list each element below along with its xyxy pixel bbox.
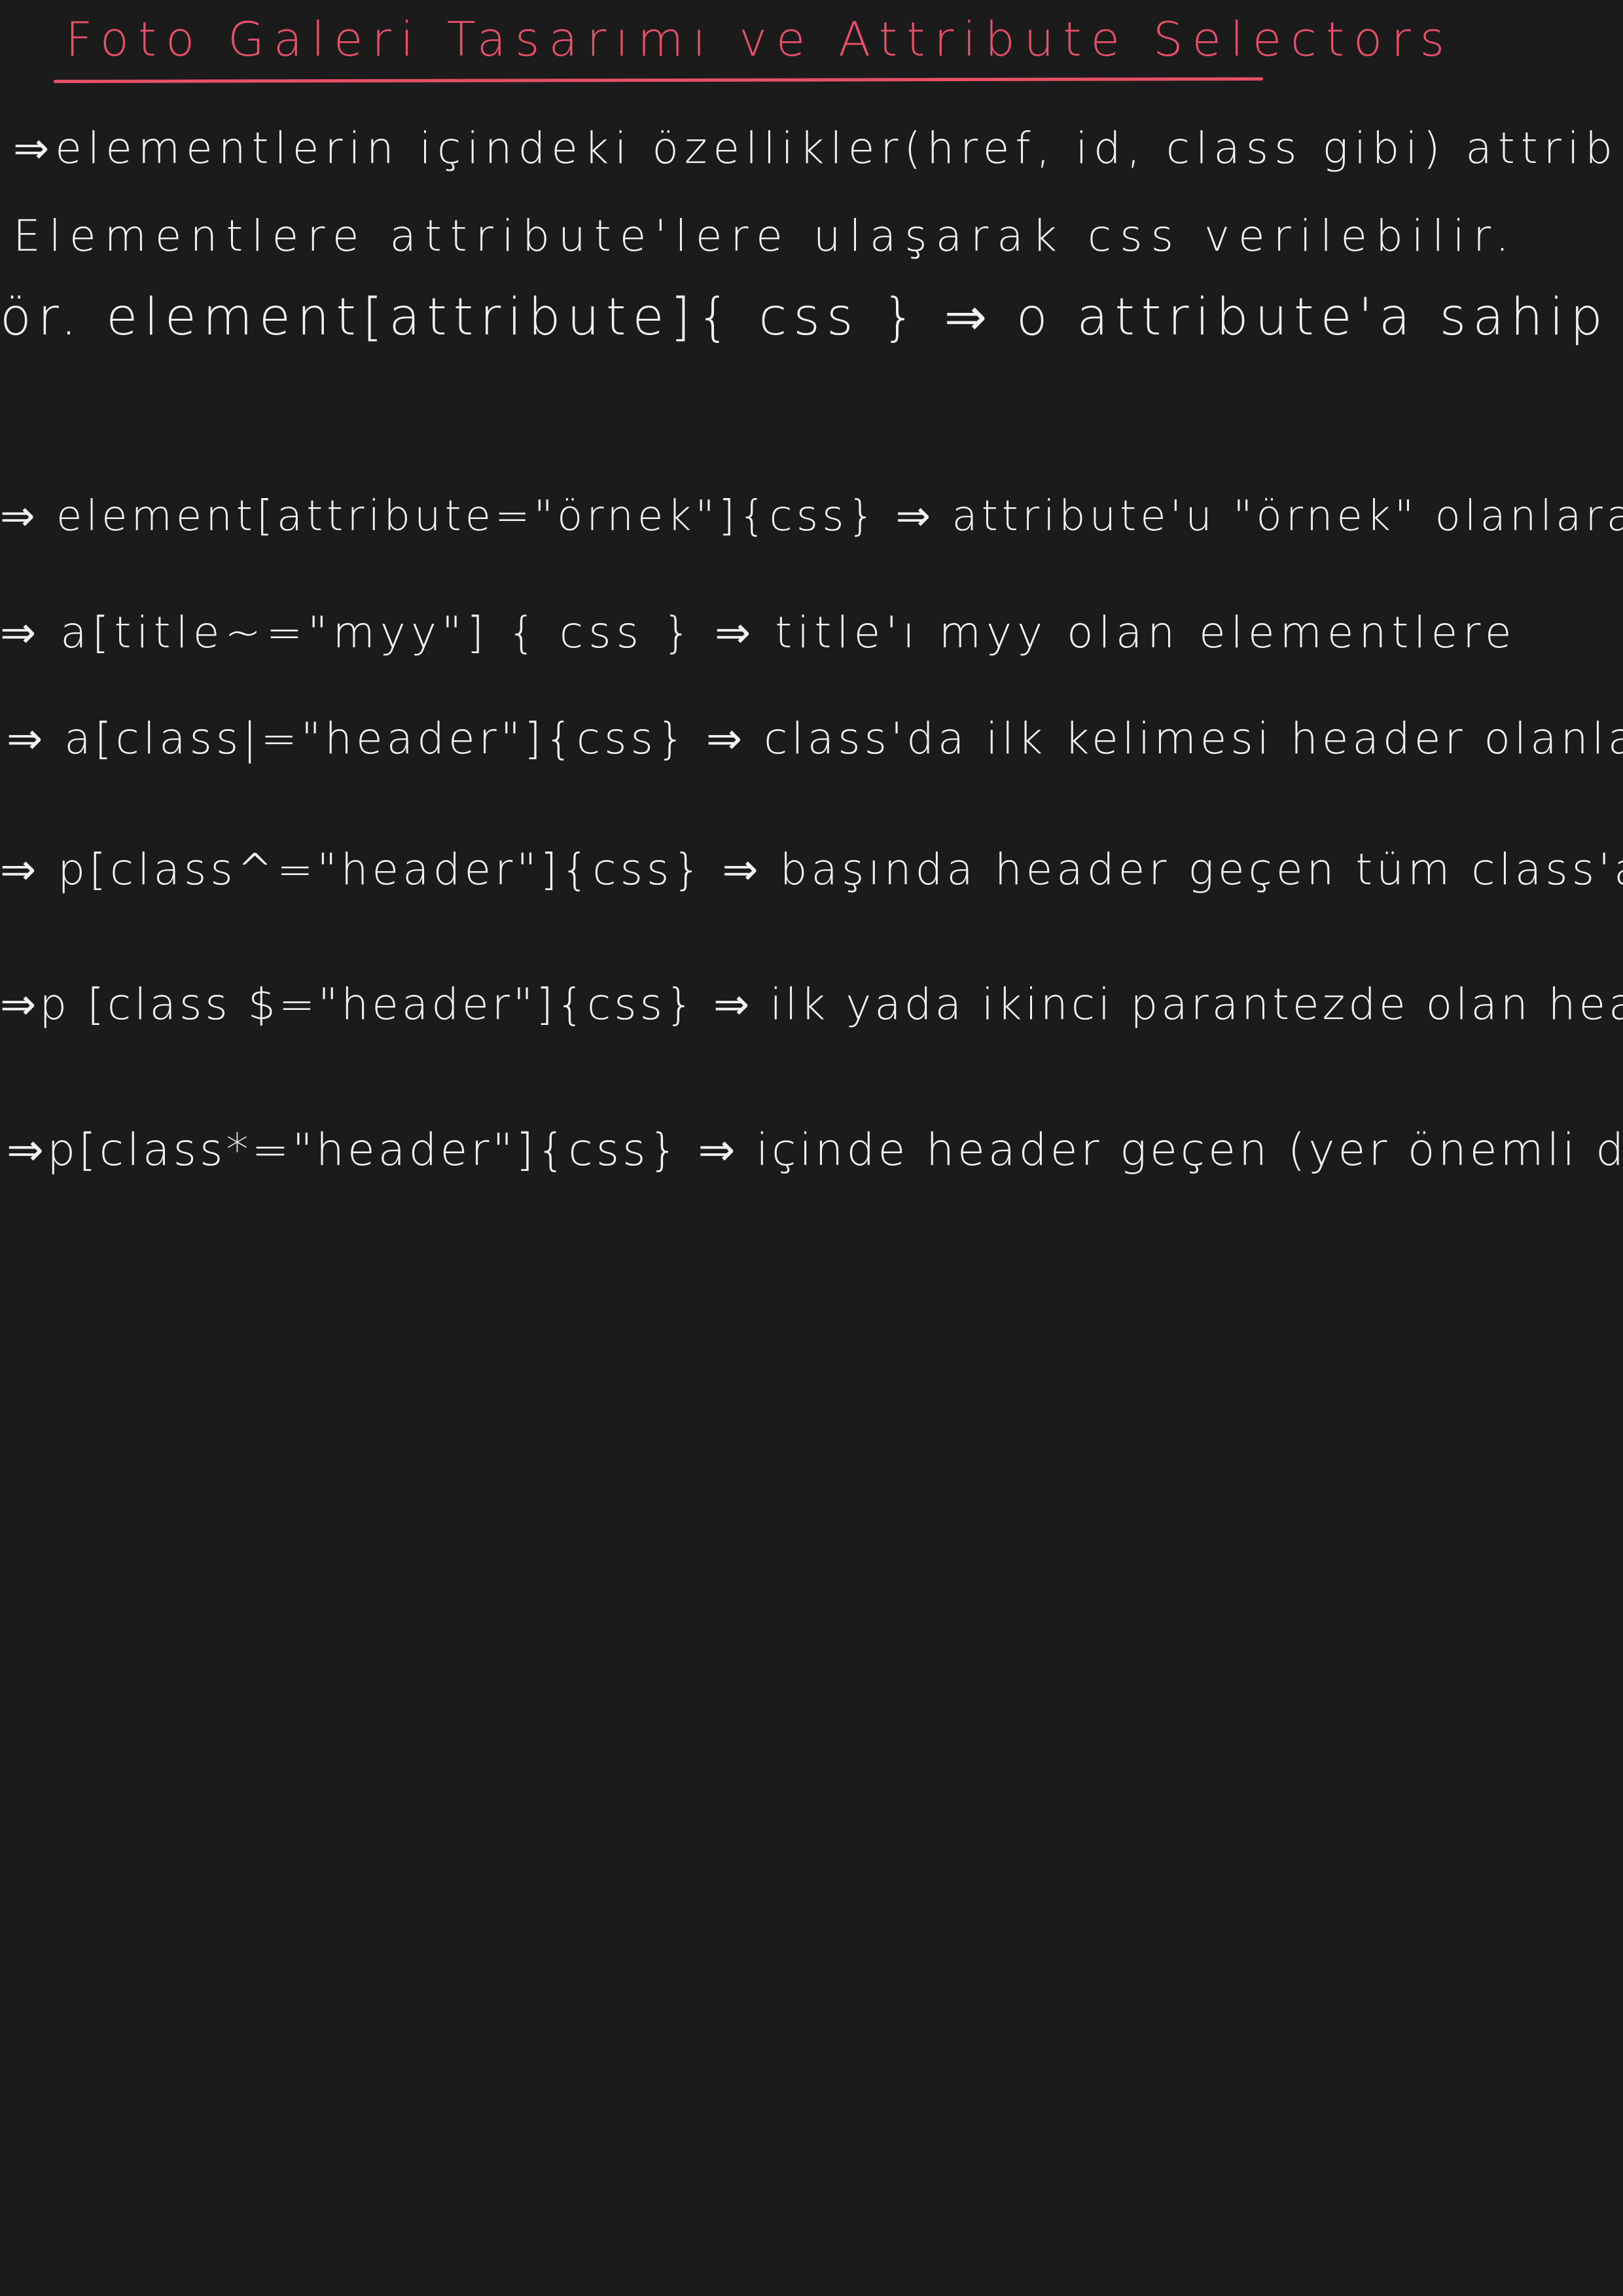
page-title: Foto Galeri Tasarımı ve Attribute Select… <box>65 12 1454 67</box>
note-line-element-attribute-selector: ör. element[attribute]{ css } ⇒ o attrib… <box>0 288 1623 347</box>
note-line-dollar-selector: ⇒p [class $="header"]{css} ⇒ ilk yada ik… <box>0 979 1623 1030</box>
note-line-pipe-selector: ⇒ a[class|="header"]{css} ⇒ class'da ilk… <box>7 713 1623 764</box>
note-line-caret-selector: ⇒ p[class^="header"]{css} ⇒ başında head… <box>0 844 1623 895</box>
note-line-css-via-attributes: Elementlere attribute'lere ulaşarak css … <box>13 211 1518 261</box>
note-line-asterisk-selector: ⇒p[class*="header"]{css} ⇒ içinde header… <box>7 1124 1623 1176</box>
note-line-attribute-definition: ⇒elementlerin içindeki özellikler(href, … <box>13 123 1623 173</box>
note-line-tilde-selector: ⇒ a[title~="myy"] { css } ⇒ title'ı myy … <box>0 607 1517 658</box>
note-page: Foto Galeri Tasarımı ve Attribute Select… <box>0 0 1623 2296</box>
note-line-equals-selector: ⇒ element[attribute="örnek"]{css} ⇒ attr… <box>0 492 1623 541</box>
title-underline <box>53 77 1264 83</box>
